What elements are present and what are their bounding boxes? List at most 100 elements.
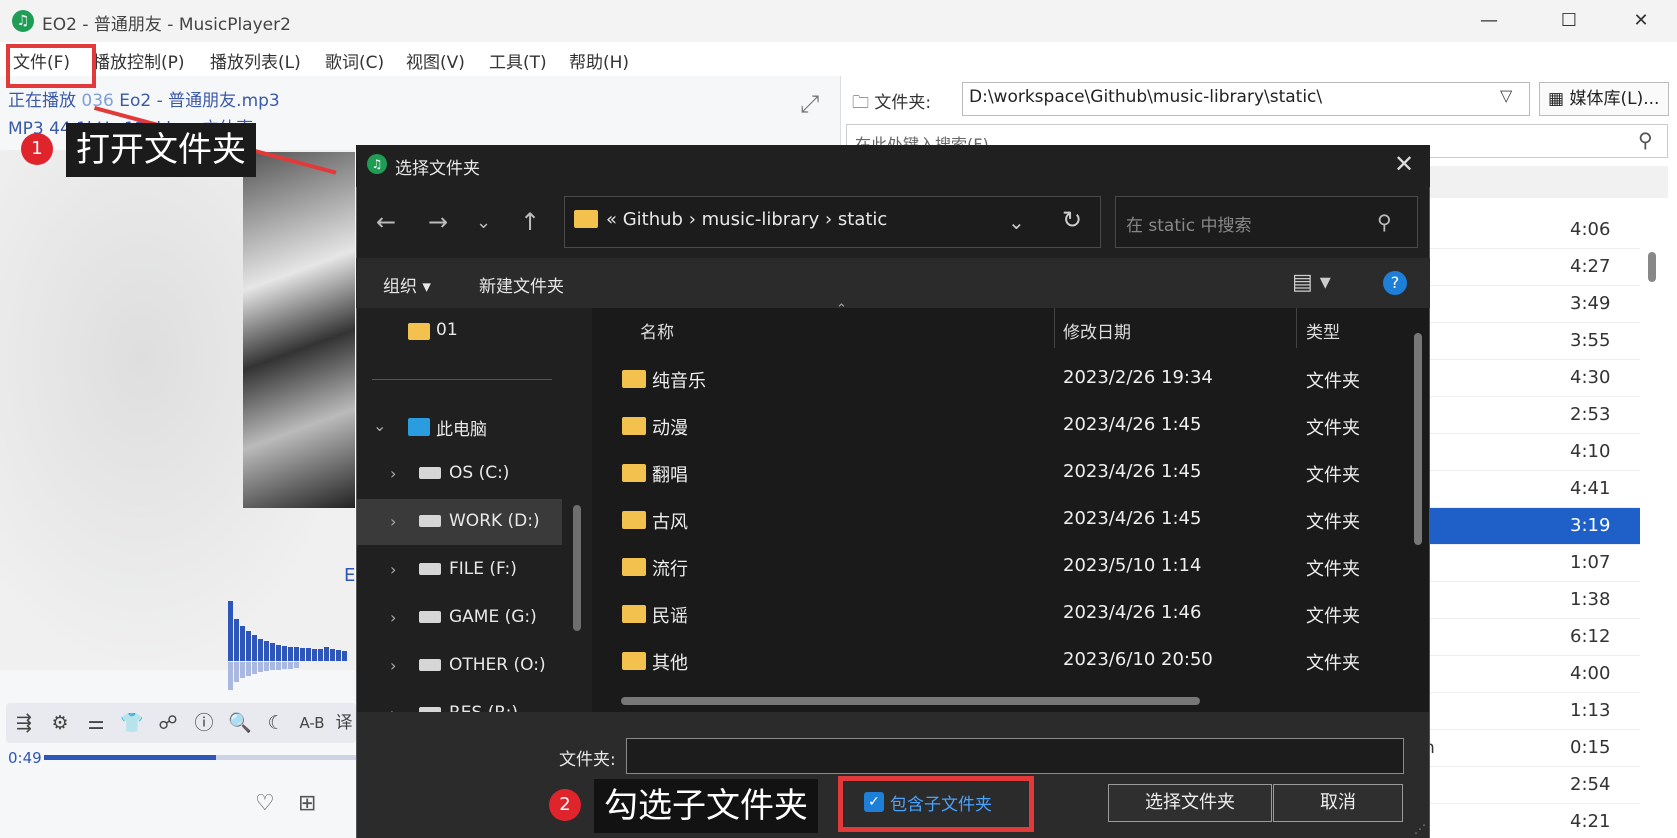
folder-icon	[622, 511, 646, 529]
nav-item-drive[interactable]: ›RES (R:)	[357, 691, 562, 713]
new-folder-button[interactable]: 新建文件夹	[479, 272, 564, 297]
drive-label: FILE (F:)	[449, 559, 517, 579]
minimize-button[interactable]: —	[1469, 6, 1509, 36]
chevron-right-icon[interactable]: ›	[390, 464, 396, 483]
help-icon[interactable]: ?	[1383, 271, 1407, 295]
column-separator[interactable]	[1296, 308, 1297, 348]
maximize-button[interactable]: ☐	[1549, 6, 1589, 36]
chevron-right-icon[interactable]: ›	[390, 560, 396, 579]
nav-item-drive[interactable]: › OTHER (O:)	[357, 643, 562, 689]
nav-item-drive[interactable]: › WORK (D:)	[357, 499, 562, 545]
chevron-down-icon[interactable]: ⌄	[1008, 210, 1025, 234]
menu-view[interactable]: 视图(V)	[406, 48, 465, 73]
track-duration: 4:30	[1570, 367, 1611, 388]
nav-item-this-pc[interactable]: ⌄ 此电脑	[357, 403, 562, 449]
track-duration: 1:13	[1570, 700, 1611, 721]
resize-grip-icon[interactable]: ⋰	[1414, 822, 1426, 836]
chevron-down-icon[interactable]: ⌄	[373, 416, 386, 435]
file-name: 古风	[652, 512, 688, 533]
dark-mode-icon[interactable]: ☾	[262, 709, 290, 737]
file-row[interactable]: 动漫 2023/4/26 1:45 文件夹	[614, 402, 1384, 448]
skin-icon[interactable]: 👕	[118, 709, 146, 737]
sort-ascending-icon: ⌃	[836, 302, 847, 317]
column-date-modified[interactable]: 修改日期	[1063, 318, 1131, 343]
nav-item-drive[interactable]: › GAME (G:)	[357, 595, 562, 641]
step-2-label: 勾选子文件夹	[594, 779, 818, 833]
add-icon[interactable]: ⊞	[298, 791, 316, 816]
search-icon[interactable]: ⚲	[1377, 210, 1392, 234]
folder-name-input[interactable]	[626, 738, 1404, 774]
column-type[interactable]: 类型	[1306, 318, 1340, 343]
back-arrow-icon[interactable]: ←	[376, 208, 396, 236]
organize-button[interactable]: 组织 ▾	[383, 272, 431, 297]
file-row[interactable]: 其他 2023/6/10 20:50 文件夹	[614, 637, 1384, 683]
music-note-icon: ♫	[367, 154, 387, 174]
menu-tools[interactable]: 工具(T)	[489, 48, 547, 73]
mini-mode-icon[interactable]: ☍	[154, 709, 182, 737]
dialog-close-icon[interactable]: ✕	[1394, 150, 1414, 178]
file-name: 流行	[652, 559, 688, 580]
forward-arrow-icon[interactable]: →	[428, 208, 448, 236]
nav-item-drive[interactable]: › OS (C:)	[357, 451, 562, 497]
menu-playlist[interactable]: 播放列表(L)	[210, 48, 301, 73]
media-library-button[interactable]: ▦ 媒体库(L)...	[1539, 82, 1669, 116]
search-icon[interactable]: ⚲	[1638, 128, 1653, 152]
drive-label: OS (C:)	[449, 463, 510, 483]
select-folder-button[interactable]: 选择文件夹	[1108, 784, 1272, 822]
chevron-down-icon[interactable]: ▽	[1500, 86, 1512, 105]
search-icon[interactable]: 🔍	[226, 709, 254, 737]
file-list-vscrollbar[interactable]	[1414, 333, 1422, 545]
file-row[interactable]: 流行 2023/5/10 1:14 文件夹	[614, 543, 1384, 589]
track-file: Eo2 - 普通朋友.mp3	[119, 91, 280, 111]
playlist-scrollbar[interactable]	[1648, 252, 1656, 282]
file-row[interactable]: 民谣 2023/4/26 1:46 文件夹	[614, 590, 1384, 636]
file-name: 纯音乐	[652, 371, 706, 392]
view-options-icon[interactable]: ▤ ▾	[1292, 270, 1331, 295]
chevron-right-icon[interactable]: ›	[390, 656, 396, 675]
menu-lyrics[interactable]: 歌词(C)	[325, 48, 384, 73]
up-arrow-icon[interactable]: ↑	[520, 208, 540, 236]
breadcrumb[interactable]: « Github › music-library › static	[606, 209, 887, 230]
file-row[interactable]: 翻唱 2023/4/26 1:45 文件夹	[614, 449, 1384, 495]
nav-item-drive[interactable]: › FILE (F:)	[357, 547, 562, 593]
track-duration: 2:54	[1570, 774, 1611, 795]
recent-chevron-icon[interactable]: ⌄	[476, 212, 491, 233]
chevron-right-icon[interactable]: ›	[390, 608, 396, 627]
info-icon[interactable]: ⓘ	[190, 709, 218, 737]
ab-repeat-button[interactable]: A-B	[298, 709, 326, 737]
nav-item-folder-01[interactable]: 01	[357, 308, 562, 354]
expand-icon[interactable]: ⤢	[800, 90, 819, 118]
column-name[interactable]: 名称	[640, 318, 674, 343]
gear-icon[interactable]: ⚙	[46, 709, 74, 737]
file-type: 文件夹	[1306, 606, 1360, 627]
playlist-mode-icon[interactable]: ⇶	[10, 709, 38, 737]
file-name: 民谣	[652, 606, 688, 627]
cancel-button[interactable]: 取消	[1273, 784, 1403, 822]
menu-playback-control[interactable]: 播放控制(P)	[93, 48, 185, 73]
track-duration: 6:12	[1570, 626, 1611, 647]
playlist-path-combo[interactable]: D:\workspace\Github\music-library\static…	[962, 82, 1530, 116]
translate-icon[interactable]: 译	[330, 709, 358, 737]
nav-scrollbar[interactable]	[573, 505, 581, 631]
drive-label: GAME (G:)	[449, 607, 537, 627]
dialog-search-input[interactable]: 在 static 中搜索	[1115, 196, 1418, 248]
heart-icon[interactable]: ♡	[255, 791, 275, 816]
equalizer-icon[interactable]: ⚌	[82, 709, 110, 737]
column-separator[interactable]	[1054, 308, 1055, 348]
music-note-icon: ♫	[12, 10, 34, 32]
drive-icon	[419, 659, 441, 671]
folder-icon	[622, 370, 646, 388]
current-time: 0:49	[8, 749, 42, 767]
close-button[interactable]: ✕	[1621, 6, 1661, 36]
file-list-hscrollbar[interactable]	[621, 697, 1200, 705]
dialog-title: 选择文件夹	[395, 159, 480, 179]
drive-icon	[419, 611, 441, 623]
player-toolbar: ⇶ ⚙ ⚌ 👕 ☍ ⓘ 🔍 ☾ A-B 译	[6, 703, 356, 743]
file-row[interactable]: 古风 2023/4/26 1:45 文件夹	[614, 496, 1384, 542]
chevron-right-icon[interactable]: ›	[390, 512, 396, 531]
refresh-icon[interactable]: ↻	[1062, 206, 1082, 234]
title-bar: ♫ EO2 - 普通朋友 - MusicPlayer2 — ☐ ✕	[0, 0, 1677, 42]
track-duration: 4:21	[1570, 811, 1611, 832]
file-row[interactable]: 纯音乐 2023/2/26 19:34 文件夹	[614, 355, 1384, 401]
menu-help[interactable]: 帮助(H)	[569, 48, 629, 73]
